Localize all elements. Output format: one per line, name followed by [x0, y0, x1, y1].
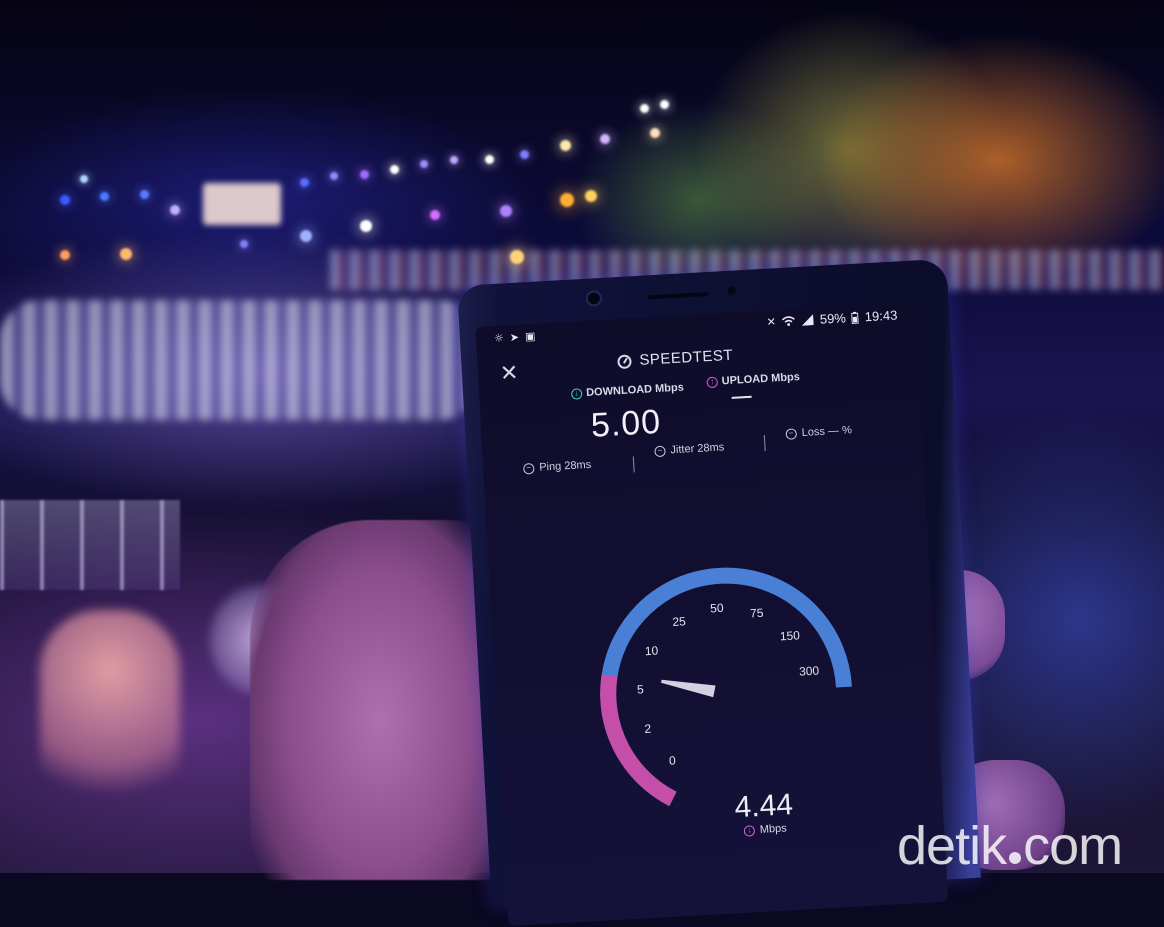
bokeh-light	[520, 150, 529, 159]
upload-value-dash	[731, 395, 752, 399]
gauge-tick-label: 0	[669, 753, 677, 767]
divider	[632, 456, 635, 473]
bokeh-light	[450, 156, 458, 164]
bokeh-light	[60, 195, 70, 205]
wifi-icon	[782, 316, 796, 326]
watermark-logo: detik com	[897, 816, 1123, 876]
bokeh-light	[420, 160, 428, 168]
bokeh-light	[360, 220, 372, 232]
bokeh-light	[500, 205, 512, 217]
bokeh-light	[660, 100, 669, 109]
earpiece	[647, 292, 708, 300]
bokeh-light	[60, 250, 70, 260]
bokeh-light	[560, 193, 574, 207]
brightness-icon: ☼	[493, 331, 505, 346]
bokeh-light	[585, 190, 597, 202]
upload-icon: ↑	[706, 376, 719, 388]
bokeh-light	[430, 210, 440, 220]
download-value: 5.00	[589, 402, 663, 445]
bokeh-light	[140, 190, 149, 199]
close-icon[interactable]: ✕	[499, 361, 519, 387]
bokeh-light	[170, 205, 180, 215]
stadium-screen	[203, 183, 281, 225]
proximity-sensor	[727, 286, 736, 295]
ping-metric: ~ Ping 28ms	[522, 459, 592, 475]
gauge-tick-label: 300	[799, 663, 820, 678]
gauge-tick-label: 10	[645, 644, 659, 659]
bokeh-light	[485, 155, 494, 164]
speed-unit: ↓ Mbps	[743, 822, 787, 837]
phone-screen: ☼ ➤ ▣ ✕ 59% 19:43 ✕ SPEEDTEST ↓ DOWNLOAD…	[475, 302, 949, 927]
gauge-tick-label: 150	[779, 628, 800, 643]
speed-gauge: 025102550 75150300	[600, 567, 852, 807]
download-icon: ↓	[743, 824, 756, 837]
speedtest-gauge-icon	[617, 353, 632, 369]
divider	[763, 435, 766, 452]
gauge-needle	[661, 679, 716, 698]
bokeh-light	[640, 104, 649, 113]
gauge-tick-label: 25	[672, 614, 686, 629]
gauge-tick-label: 5	[637, 682, 645, 696]
download-icon: ↓	[570, 387, 583, 400]
bokeh-light	[360, 170, 369, 179]
smartphone: ☼ ➤ ▣ ✕ 59% 19:43 ✕ SPEEDTEST ↓ DOWNLOAD…	[457, 258, 981, 927]
loss-metric: − Loss — %	[785, 424, 852, 440]
battery-percent: 59%	[819, 310, 847, 327]
clock: 19:43	[864, 307, 898, 325]
upload-label: ↑ UPLOAD Mbps	[706, 371, 800, 388]
gauge-tick-label: 2	[644, 722, 652, 736]
current-speed-reading: 4.44	[733, 788, 794, 825]
watermark-dot	[1009, 852, 1022, 864]
background-crowd-near	[0, 300, 480, 420]
bokeh-light	[300, 178, 309, 187]
bokeh-light	[510, 250, 524, 264]
jitter-icon: ~	[654, 445, 666, 457]
navigation-icon: ➤	[509, 330, 520, 345]
bokeh-light	[80, 175, 88, 183]
bokeh-light	[330, 172, 338, 180]
bokeh-light	[390, 165, 399, 174]
status-bar: ☼ ➤ ▣ ✕ 59% 19:43	[475, 302, 916, 355]
bokeh-light	[650, 128, 660, 138]
bokeh-light	[600, 134, 610, 144]
app-title: SPEEDTEST	[617, 347, 733, 370]
download-label: ↓ DOWNLOAD Mbps	[570, 382, 684, 400]
gauge-tick-label: 75	[750, 606, 764, 621]
gauge-tick-label: 50	[710, 601, 724, 616]
bokeh-light	[240, 240, 248, 248]
app-title-text: SPEEDTEST	[638, 346, 734, 369]
image-icon: ▣	[524, 329, 536, 344]
mute-icon: ✕	[766, 316, 777, 329]
signal-icon	[802, 314, 815, 326]
jitter-metric: ~ Jitter 28ms	[654, 441, 725, 457]
bokeh-light	[100, 192, 109, 201]
loss-icon: −	[785, 427, 798, 440]
stadium-fence	[0, 500, 180, 590]
front-camera	[587, 292, 601, 305]
ping-icon: ~	[522, 462, 535, 475]
bokeh-light	[300, 230, 312, 242]
bokeh-light	[560, 140, 571, 151]
spectator-blur	[40, 610, 180, 810]
battery-icon	[851, 311, 860, 324]
bokeh-light	[120, 248, 132, 260]
gauge-tick-labels: 025102550 75150300	[637, 601, 820, 768]
